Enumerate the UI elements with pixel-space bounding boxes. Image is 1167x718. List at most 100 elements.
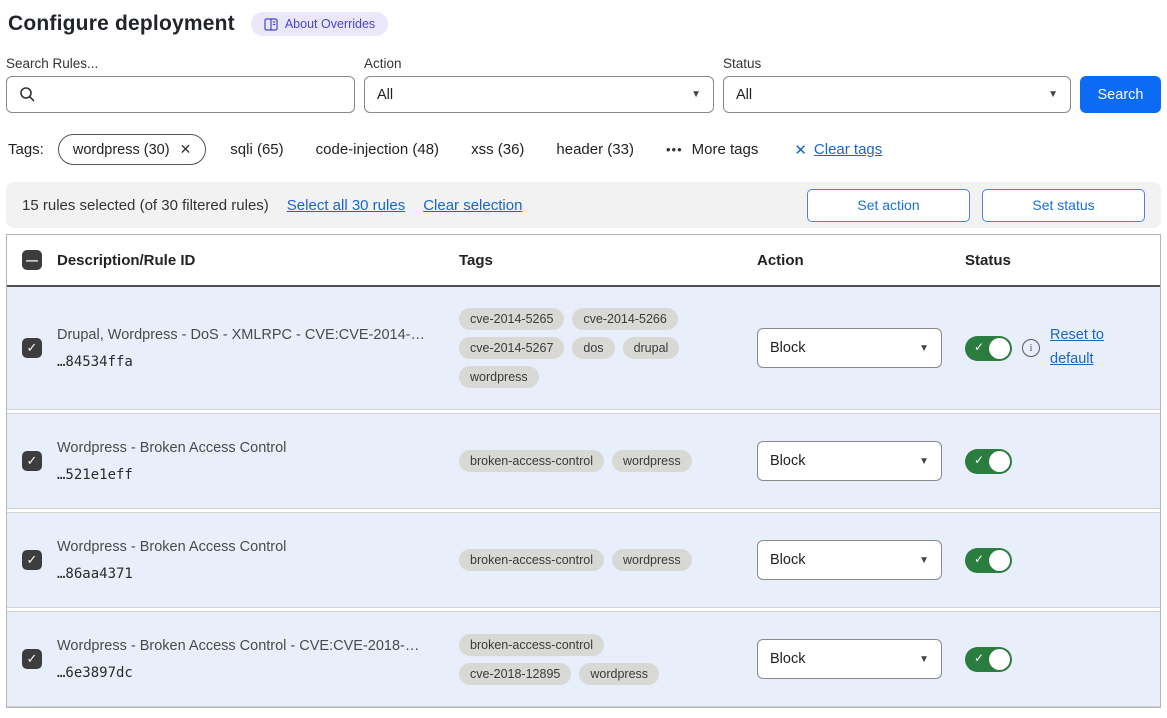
- configure-deployment-page: Configure deployment About Overrides Sea…: [0, 0, 1167, 718]
- rule-action-select[interactable]: Block ▼: [757, 639, 942, 679]
- tag-filter-sqli[interactable]: sqli (65): [230, 141, 283, 158]
- selection-bar: 15 rules selected (of 30 filtered rules)…: [6, 182, 1161, 228]
- row-checkbox[interactable]: ✓: [22, 550, 42, 570]
- rules-table: — Description/Rule ID Tags Action Status…: [6, 234, 1161, 708]
- action-filter-label: Action: [364, 56, 714, 71]
- reset-to-default-link[interactable]: Reset to default: [1050, 324, 1114, 372]
- rule-id: …86aa4371: [57, 566, 445, 582]
- toggle-knob: [989, 338, 1010, 359]
- rule-id: …84534ffa: [57, 354, 445, 370]
- set-action-button[interactable]: Set action: [807, 189, 970, 222]
- ellipsis-icon: •••: [666, 142, 683, 157]
- table-header-row: — Description/Rule ID Tags Action Status: [7, 235, 1160, 287]
- clear-tags-link[interactable]: ✕ Clear tags: [794, 141, 882, 159]
- book-icon: [264, 18, 278, 31]
- tag-chip: wordpress: [612, 549, 692, 571]
- toggle-knob: [989, 550, 1010, 571]
- more-tags-label: More tags: [692, 141, 759, 158]
- status-filter-label: Status: [723, 56, 1071, 71]
- rule-tags: broken-access-control wordpress: [459, 549, 723, 571]
- rule-description: Wordpress - Broken Access Control - CVE:…: [57, 638, 445, 654]
- tags-bar: Tags: wordpress (30) ✕ sqli (65) code-in…: [8, 134, 1161, 165]
- tag-filter-code-injection[interactable]: code-injection (48): [316, 141, 439, 158]
- rule-action-select[interactable]: Block ▼: [757, 441, 942, 481]
- rule-tags: broken-access-control wordpress: [459, 450, 723, 472]
- action-filter-select[interactable]: All ▼: [364, 76, 714, 113]
- table-row: ✓ Wordpress - Broken Access Control - CV…: [7, 611, 1160, 707]
- search-rules-group: Search Rules...: [6, 56, 355, 113]
- table-row: ✓ Wordpress - Broken Access Control …521…: [7, 413, 1160, 509]
- select-all-checkbox[interactable]: —: [22, 250, 42, 270]
- tag-filter-header[interactable]: header (33): [556, 141, 634, 158]
- check-icon: ✓: [974, 453, 984, 467]
- column-header-description: Description/Rule ID: [57, 252, 459, 269]
- search-button[interactable]: Search: [1080, 76, 1161, 113]
- rule-id: …6e3897dc: [57, 665, 445, 681]
- clear-selection-link[interactable]: Clear selection: [423, 197, 522, 214]
- rule-id: …521e1eff: [57, 467, 445, 483]
- status-filter-value: All: [736, 87, 752, 103]
- about-overrides-label: About Overrides: [285, 17, 375, 31]
- tag-filter-wordpress-label: wordpress (30): [73, 142, 170, 158]
- tags-label: Tags:: [8, 141, 44, 158]
- status-filter-group: Status All ▼: [723, 56, 1071, 113]
- status-filter-select[interactable]: All ▼: [723, 76, 1071, 113]
- header-checkbox-cell: —: [7, 250, 57, 270]
- rule-description: Wordpress - Broken Access Control: [57, 440, 445, 456]
- chevron-down-icon: ▼: [691, 89, 701, 100]
- rule-tags: broken-access-control cve-2018-12895 wor…: [459, 634, 723, 685]
- row-checkbox[interactable]: ✓: [22, 649, 42, 669]
- rule-status-toggle[interactable]: ✓: [965, 647, 1012, 672]
- check-icon: ✓: [974, 340, 984, 354]
- tag-chip: cve-2014-5266: [572, 308, 677, 330]
- rule-action-value: Block: [770, 453, 805, 469]
- tag-filter-wordpress[interactable]: wordpress (30) ✕: [58, 134, 206, 165]
- row-checkbox[interactable]: ✓: [22, 451, 42, 471]
- rule-action-value: Block: [770, 340, 805, 356]
- select-all-link[interactable]: Select all 30 rules: [287, 197, 405, 214]
- reset-to-default-label: Reset to default: [1050, 327, 1104, 367]
- rule-action-value: Block: [770, 651, 805, 667]
- tag-chip: cve-2014-5265: [459, 308, 564, 330]
- selection-summary: 15 rules selected (of 30 filtered rules): [22, 197, 269, 214]
- column-header-action: Action: [757, 252, 965, 269]
- search-rules-label: Search Rules...: [6, 56, 355, 71]
- set-status-button[interactable]: Set status: [982, 189, 1145, 222]
- tag-chip: wordpress: [459, 366, 539, 388]
- search-icon: [19, 86, 36, 103]
- tag-chip: wordpress: [612, 450, 692, 472]
- tag-chip: broken-access-control: [459, 549, 604, 571]
- chevron-down-icon: ▼: [919, 343, 929, 354]
- about-overrides-badge[interactable]: About Overrides: [251, 12, 388, 36]
- chevron-down-icon: ▼: [919, 654, 929, 665]
- row-checkbox[interactable]: ✓: [22, 338, 42, 358]
- more-tags-button[interactable]: ••• More tags: [666, 141, 758, 158]
- rule-action-select[interactable]: Block ▼: [757, 328, 942, 368]
- search-rules-input[interactable]: [6, 76, 355, 113]
- bulk-actions: Set action Set status: [807, 189, 1145, 222]
- rule-action-value: Block: [770, 552, 805, 568]
- tag-chip: broken-access-control: [459, 634, 604, 656]
- rule-status-toggle[interactable]: ✓: [965, 336, 1012, 361]
- filters-row: Search Rules... Action All ▼ Status All …: [6, 56, 1161, 113]
- toggle-knob: [989, 451, 1010, 472]
- info-icon[interactable]: i: [1022, 339, 1040, 357]
- table-row: ✓ Drupal, Wordpress - DoS - XMLRPC - CVE…: [7, 287, 1160, 410]
- rule-action-select[interactable]: Block ▼: [757, 540, 942, 580]
- tag-chip: broken-access-control: [459, 450, 604, 472]
- action-filter-group: Action All ▼: [364, 56, 714, 113]
- clear-tags-label: Clear tags: [814, 141, 882, 158]
- tag-filter-xss[interactable]: xss (36): [471, 141, 524, 158]
- chevron-down-icon: ▼: [919, 456, 929, 467]
- column-header-status: Status: [965, 252, 1160, 269]
- chevron-down-icon: ▼: [919, 555, 929, 566]
- check-icon: ✓: [974, 651, 984, 665]
- check-icon: ✓: [974, 552, 984, 566]
- close-icon: ✕: [794, 141, 807, 159]
- rule-status-toggle[interactable]: ✓: [965, 449, 1012, 474]
- rule-status-toggle[interactable]: ✓: [965, 548, 1012, 573]
- rule-description: Drupal, Wordpress - DoS - XMLRPC - CVE:C…: [57, 327, 445, 343]
- remove-tag-icon[interactable]: ✕: [180, 141, 192, 158]
- column-header-tags: Tags: [459, 252, 757, 269]
- page-title: Configure deployment: [8, 12, 235, 36]
